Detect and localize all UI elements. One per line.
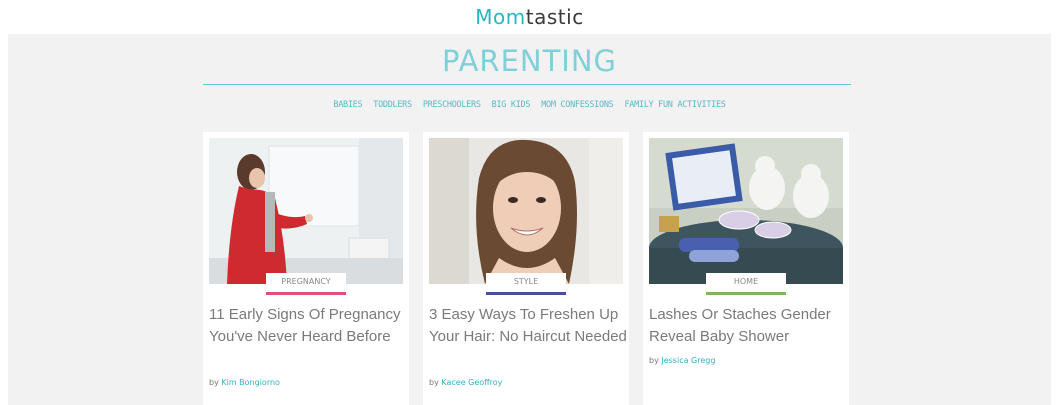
tag-label: HOME xyxy=(733,277,759,286)
title-divider xyxy=(203,84,851,85)
author-link[interactable]: Kacee Geoffroy xyxy=(441,378,502,387)
logo-part-mom: Mom xyxy=(475,5,526,29)
article-photo-smiling-woman[interactable] xyxy=(429,138,623,284)
category-tag[interactable]: PREGNANCY xyxy=(266,273,346,295)
subnav-item-preschoolers[interactable]: PRESCHOOLERS xyxy=(423,100,481,110)
tag-label: STYLE xyxy=(513,277,539,286)
article-card-home[interactable]: HOME Lashes Or Staches Gender Reveal Bab… xyxy=(643,132,849,405)
article-headline[interactable]: 11 Early Signs Of Pregnancy You've Never… xyxy=(209,304,407,348)
article-byline: by Kim Bongiorno xyxy=(209,378,280,387)
article-headline[interactable]: Lashes Or Staches Gender Reveal Baby Sho… xyxy=(649,304,847,348)
category-tag[interactable]: STYLE xyxy=(486,273,566,295)
top-bar: Momtastic xyxy=(0,0,1059,34)
tag-label: PREGNANCY xyxy=(281,277,331,286)
category-tag[interactable]: HOME xyxy=(706,273,786,295)
category-subnav: BABIES TODDLERS PRESCHOOLERS BIG KIDS MO… xyxy=(0,100,1059,110)
article-headline[interactable]: 3 Easy Ways To Freshen Up Your Hair: No … xyxy=(429,304,627,348)
byline-prefix: by xyxy=(209,378,219,387)
logo-part-tastic: tastic xyxy=(525,5,584,29)
subnav-item-big-kids[interactable]: BIG KIDS xyxy=(492,100,531,110)
tag-underline xyxy=(266,292,346,295)
tag-underline xyxy=(486,292,566,295)
article-card-pregnancy[interactable]: PREGNANCY 11 Early Signs Of Pregnancy Yo… xyxy=(203,132,409,405)
subnav-item-toddlers[interactable]: TODDLERS xyxy=(373,100,412,110)
tag-underline xyxy=(706,292,786,295)
site-logo[interactable]: Momtastic xyxy=(475,7,583,27)
article-card-style[interactable]: STYLE 3 Easy Ways To Freshen Up Your Hai… xyxy=(423,132,629,405)
article-byline: by Jessica Gregg xyxy=(649,356,715,365)
author-link[interactable]: Kim Bongiorno xyxy=(221,378,280,387)
subnav-item-babies[interactable]: BABIES xyxy=(333,100,362,110)
subnav-item-mom-confessions[interactable]: MOM CONFESSIONS xyxy=(541,100,614,110)
article-photo-pregnant-woman[interactable] xyxy=(209,138,403,284)
article-byline: by Kacee Geoffroy xyxy=(429,378,502,387)
byline-prefix: by xyxy=(429,378,439,387)
section-title: PARENTING xyxy=(441,44,618,78)
subnav-item-family-fun-activities[interactable]: FAMILY FUN ACTIVITIES xyxy=(624,100,725,110)
article-photo-shower-table[interactable] xyxy=(649,138,843,284)
byline-prefix: by xyxy=(649,356,659,365)
author-link[interactable]: Jessica Gregg xyxy=(661,356,715,365)
